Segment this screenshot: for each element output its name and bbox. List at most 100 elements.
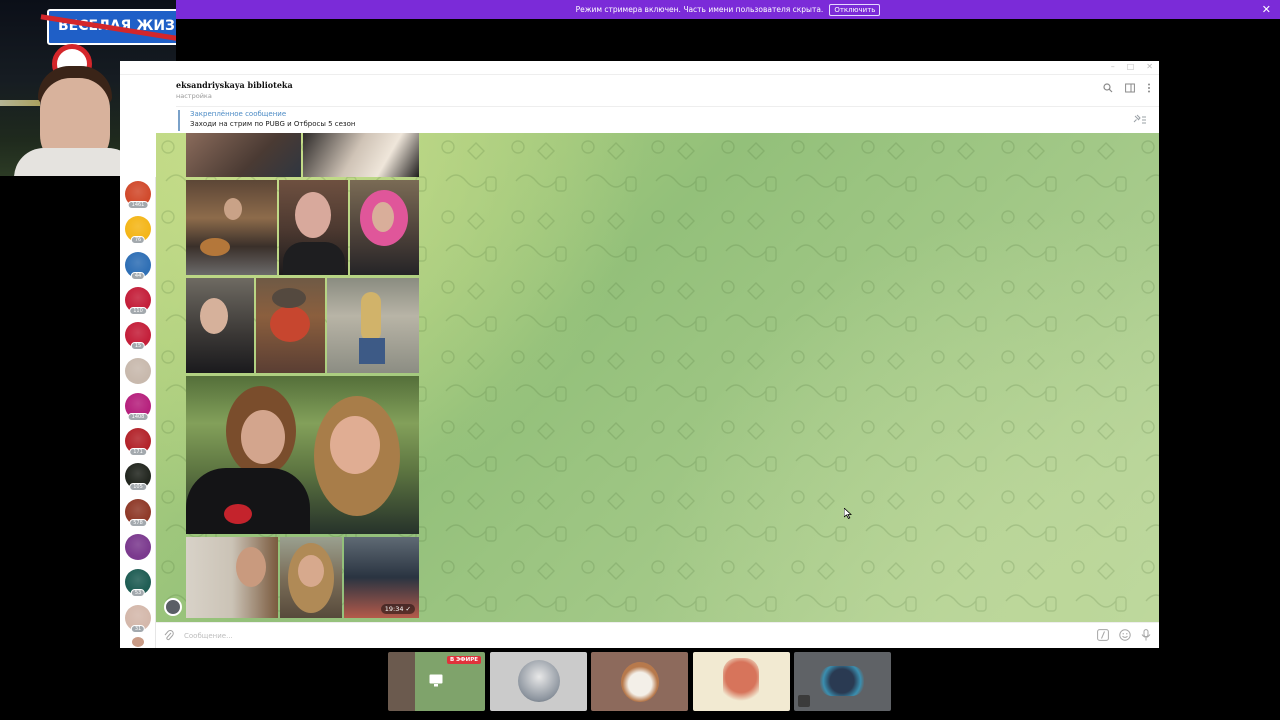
unread-badge: 1408 bbox=[127, 412, 149, 421]
photo-6-face bbox=[200, 298, 228, 334]
unread-badge: 171 bbox=[129, 448, 147, 457]
photo-9[interactable] bbox=[186, 376, 419, 534]
message-time: 19:34 ✓ bbox=[380, 604, 415, 614]
telegram-window: – □ ✕ eksandriyskaya biblioteka настройк… bbox=[120, 61, 1159, 648]
message-input[interactable] bbox=[184, 628, 1034, 644]
minimize-button[interactable]: – bbox=[1111, 62, 1115, 71]
live-badge: В ЭФИРЕ bbox=[447, 656, 481, 664]
photo-11[interactable] bbox=[280, 537, 342, 618]
participant-tile-screen-share[interactable]: В ЭФИРЕ bbox=[388, 652, 485, 711]
call-participant-tiles: В ЭФИРЕ bbox=[388, 652, 892, 712]
photo-3-guitar bbox=[200, 238, 230, 256]
more-vert-icon[interactable] bbox=[1147, 83, 1151, 93]
sidebar-chat-item[interactable]: 44 bbox=[125, 251, 151, 280]
photo-9-face-left bbox=[241, 410, 285, 464]
photo-6[interactable] bbox=[186, 278, 254, 373]
pinned-text: Заходи на стрим по PUBG и Отбросы 5 сезо… bbox=[190, 120, 356, 128]
sidebar-chat-item[interactable]: 110 bbox=[125, 286, 151, 315]
photo-9-cloud bbox=[224, 504, 252, 524]
photo-10-face bbox=[236, 547, 266, 587]
input-actions bbox=[1097, 629, 1151, 641]
unread-badge: 76 bbox=[130, 236, 146, 245]
photo-5-face bbox=[372, 202, 394, 232]
search-icon[interactable] bbox=[1103, 83, 1113, 93]
chat-area[interactable]: 19:34 ✓ bbox=[156, 133, 1159, 622]
photo-8-person bbox=[361, 292, 381, 342]
photo-3-head bbox=[224, 198, 242, 220]
participant-tile-4[interactable] bbox=[693, 652, 790, 711]
chat-list-sidebar: 1461 76 44 110 15 1408 171 105 578 53 31 bbox=[120, 177, 156, 648]
photo-2[interactable] bbox=[303, 133, 419, 177]
unread-badge: 1461 bbox=[127, 201, 149, 209]
sidebar-chat-item[interactable]: 171 bbox=[125, 428, 151, 457]
sidebar-chat-item[interactable]: 1461 bbox=[125, 181, 151, 209]
muted-mic-icon bbox=[798, 695, 810, 707]
photo-9-face-right bbox=[330, 416, 380, 474]
screen-share-icon bbox=[429, 674, 443, 687]
photo-7-beard bbox=[270, 306, 310, 342]
pinned-message-bar[interactable]: Закреплённое сообщение Заходи на стрим п… bbox=[176, 106, 1159, 133]
chat-title[interactable]: eksandriyskaya biblioteka bbox=[176, 80, 293, 90]
maximize-button[interactable]: □ bbox=[1127, 62, 1135, 71]
disable-streamer-mode-button[interactable]: Отключить bbox=[829, 3, 881, 16]
attach-icon[interactable] bbox=[164, 630, 174, 641]
photo-3[interactable] bbox=[186, 180, 277, 275]
sidebar-chat-item[interactable]: 53 bbox=[125, 569, 151, 598]
participant-4-avatar bbox=[723, 658, 759, 706]
unread-badge: 53 bbox=[130, 589, 146, 598]
sidebar-chat-item[interactable] bbox=[125, 534, 151, 560]
sidebar-chat-item[interactable] bbox=[125, 357, 151, 384]
close-icon[interactable]: ✕ bbox=[1262, 3, 1271, 16]
mouse-cursor-icon bbox=[844, 508, 852, 519]
photo-8[interactable] bbox=[327, 278, 419, 373]
emoji-icon[interactable] bbox=[1119, 629, 1131, 641]
photo-4[interactable] bbox=[279, 180, 348, 275]
sidebar-chat-item[interactable]: 1408 bbox=[125, 392, 151, 421]
photo-7-hat bbox=[272, 288, 306, 308]
sidebar-chat-item[interactable]: 31 bbox=[125, 604, 151, 633]
photo-10[interactable] bbox=[186, 537, 278, 618]
read-check-icon: ✓ bbox=[405, 605, 411, 613]
photo-5[interactable] bbox=[350, 180, 419, 275]
sidebar-chat-item[interactable]: 578 bbox=[125, 498, 151, 527]
sidebar-chat-item[interactable]: 76 bbox=[125, 216, 151, 245]
participant-tile-3[interactable] bbox=[591, 652, 688, 711]
message-time-text: 19:34 bbox=[384, 605, 404, 613]
window-close-button[interactable]: ✕ bbox=[1146, 62, 1153, 71]
photo-album[interactable]: 19:34 ✓ bbox=[186, 133, 419, 618]
bot-commands-icon[interactable] bbox=[1097, 629, 1109, 641]
chat-header[interactable]: eksandriyskaya biblioteka настройка bbox=[176, 75, 1159, 105]
photo-1[interactable] bbox=[186, 133, 301, 177]
participant-tile-2[interactable] bbox=[490, 652, 587, 711]
sender-avatar[interactable] bbox=[164, 598, 182, 616]
chat-subtitle: настройка bbox=[176, 92, 212, 100]
photo-9-cloak bbox=[186, 468, 310, 534]
unread-badge: 110 bbox=[129, 306, 147, 315]
photo-4-head bbox=[295, 192, 331, 238]
photo-12[interactable]: 19:34 ✓ bbox=[344, 537, 419, 618]
photo-8-legs bbox=[359, 338, 385, 364]
participant-3-avatar bbox=[621, 662, 659, 702]
participant-tile-5[interactable] bbox=[794, 652, 891, 711]
photo-7[interactable] bbox=[256, 278, 325, 373]
sidebar-chat-item[interactable]: 105 bbox=[125, 463, 151, 492]
webcam-lights bbox=[0, 100, 40, 106]
unread-badge: 15 bbox=[130, 342, 146, 351]
unread-badge: 578 bbox=[129, 518, 147, 527]
unread-badge: 105 bbox=[129, 483, 147, 492]
sidebar-chat-item[interactable]: 15 bbox=[125, 322, 151, 351]
sidebar-toggle-icon[interactable] bbox=[1125, 83, 1135, 93]
streamer-mode-banner: Режим стримера включен. Часть имени поль… bbox=[176, 0, 1280, 19]
screen: Режим стримера включен. Часть имени поль… bbox=[0, 0, 1280, 720]
photo-11-face bbox=[298, 555, 324, 587]
pinned-list-icon[interactable] bbox=[1133, 114, 1147, 124]
window-controls: – □ ✕ bbox=[1111, 62, 1153, 71]
sidebar-bottom-avatar[interactable] bbox=[132, 637, 144, 647]
message-input-bar bbox=[156, 622, 1159, 648]
pinned-title: Закреплённое сообщение bbox=[190, 110, 287, 118]
participant-5-avatar bbox=[820, 666, 864, 696]
microphone-icon[interactable] bbox=[1141, 629, 1151, 641]
header-actions bbox=[1103, 83, 1151, 93]
photo-4-shirt bbox=[283, 242, 345, 275]
window-titlebar[interactable]: – □ ✕ bbox=[120, 61, 1159, 75]
